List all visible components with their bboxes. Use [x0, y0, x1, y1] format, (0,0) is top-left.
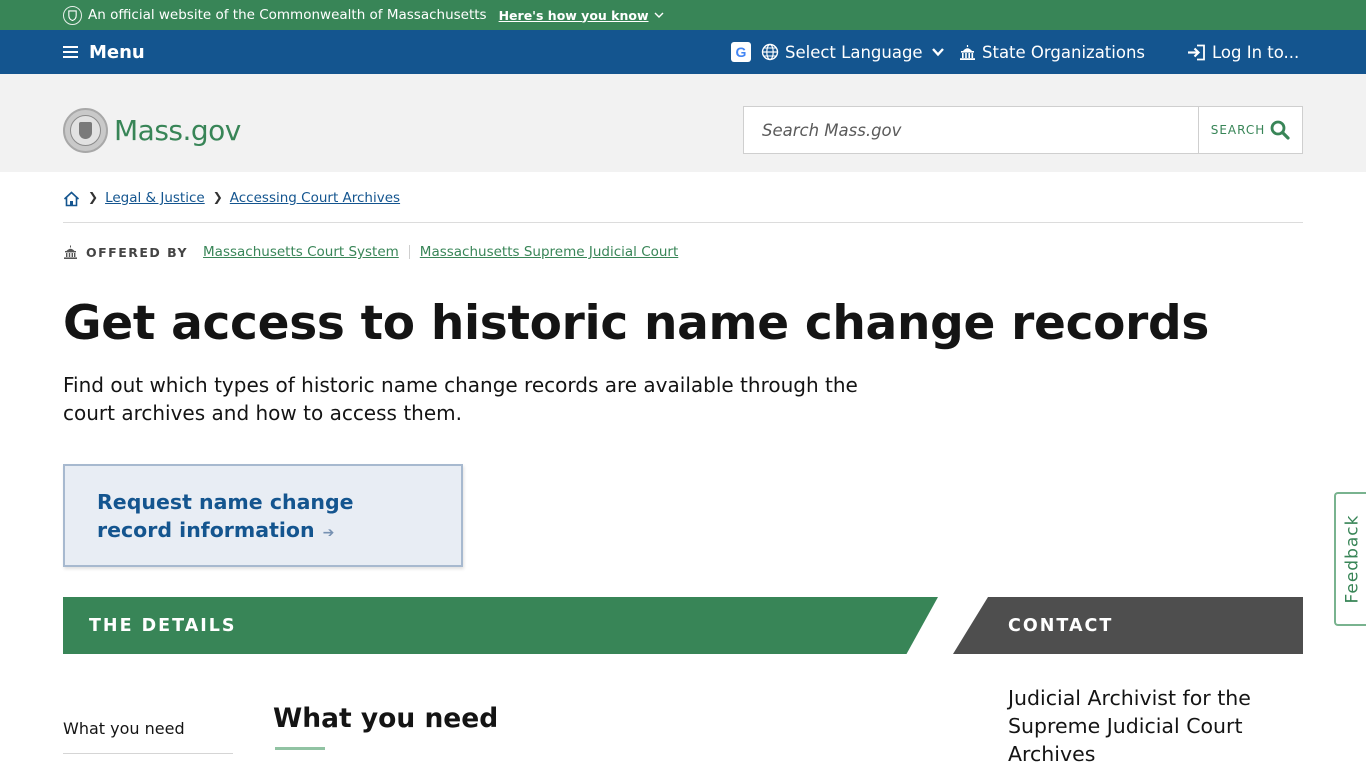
official-banner: An official website of the Commonwealth … — [0, 0, 1366, 30]
org-link-supreme-judicial-court[interactable]: Massachusetts Supreme Judicial Court — [420, 244, 678, 260]
page-lede: Find out which types of historic name ch… — [63, 373, 858, 425]
contact-name: Judicial Archivist for the Supreme Judic… — [1008, 686, 1251, 766]
globe-icon — [761, 43, 779, 61]
feedback-tab[interactable]: Feedback — [1334, 492, 1366, 626]
mass-gov-logo[interactable]: Mass.gov — [63, 108, 241, 153]
logo-text: Mass.gov — [114, 114, 241, 147]
chevron-right-icon: ❯ — [88, 190, 99, 204]
contact-label: CONTACT — [1008, 615, 1114, 636]
org-link-court-system[interactable]: Massachusetts Court System — [203, 244, 399, 260]
page-title: Get access to historic name change recor… — [63, 296, 1210, 351]
details-section-header: THE DETAILS — [63, 597, 938, 654]
breadcrumb: ❯ Legal & Justice ❯ Accessing Court Arch… — [63, 190, 1303, 223]
building-icon — [64, 245, 77, 259]
language-selector[interactable]: G Select Language — [731, 30, 945, 74]
hamburger-icon — [63, 46, 78, 58]
search-form: SEARCH — [743, 106, 1303, 154]
utility-nav: Menu G Select Language State Organizatio… — [0, 30, 1366, 74]
google-translate-icon: G — [731, 42, 751, 62]
breadcrumb-legal-justice[interactable]: Legal & Justice — [105, 190, 205, 206]
contact-section-header: CONTACT — [953, 597, 1303, 654]
breadcrumb-accessing-court-archives[interactable]: Accessing Court Archives — [230, 190, 400, 206]
search-button-label: SEARCH — [1210, 123, 1266, 137]
state-organizations-label: State Organizations — [982, 42, 1146, 62]
menu-button[interactable]: Menu — [63, 30, 145, 74]
search-icon — [1270, 120, 1290, 140]
capitol-building-icon — [960, 44, 975, 60]
commonwealth-seal-icon — [63, 108, 108, 153]
toc-item-what-you-need[interactable]: What you need — [63, 719, 233, 754]
chevron-right-icon: ❯ — [212, 190, 223, 204]
offered-by: OFFERED BY Massachusetts Court System Ma… — [63, 244, 678, 260]
search-input[interactable] — [744, 107, 1198, 153]
offered-by-label: OFFERED BY — [86, 244, 189, 260]
feedback-label: Feedback — [1342, 514, 1362, 604]
chevron-down-icon — [931, 48, 944, 57]
heres-how-you-know-link[interactable]: Here's how you know — [499, 8, 664, 23]
chevron-down-icon — [654, 12, 664, 18]
search-button[interactable]: SEARCH — [1198, 107, 1302, 153]
divider — [408, 245, 410, 259]
request-record-label: Request name change record information — [97, 490, 354, 542]
language-label: Select Language — [785, 42, 923, 62]
heres-how-you-know-label: Here's how you know — [498, 7, 649, 23]
state-organizations-button[interactable]: State Organizations — [959, 30, 1145, 74]
seal-icon — [63, 5, 82, 25]
home-icon[interactable] — [63, 191, 80, 207]
arrow-right-icon: ➔ — [322, 525, 335, 541]
request-record-button[interactable]: Request name change record information ➔ — [63, 464, 463, 567]
menu-label: Menu — [89, 41, 145, 63]
official-banner-text: An official website of the Commonwealth … — [88, 7, 487, 23]
login-button[interactable]: Log In to... — [1187, 30, 1299, 74]
site-header: Mass.gov SEARCH — [0, 74, 1366, 172]
login-label: Log In to... — [1212, 42, 1300, 62]
details-label: THE DETAILS — [89, 615, 237, 636]
section-heading: What you need — [273, 703, 499, 734]
login-icon — [1188, 44, 1205, 60]
heading-underline — [275, 747, 325, 750]
